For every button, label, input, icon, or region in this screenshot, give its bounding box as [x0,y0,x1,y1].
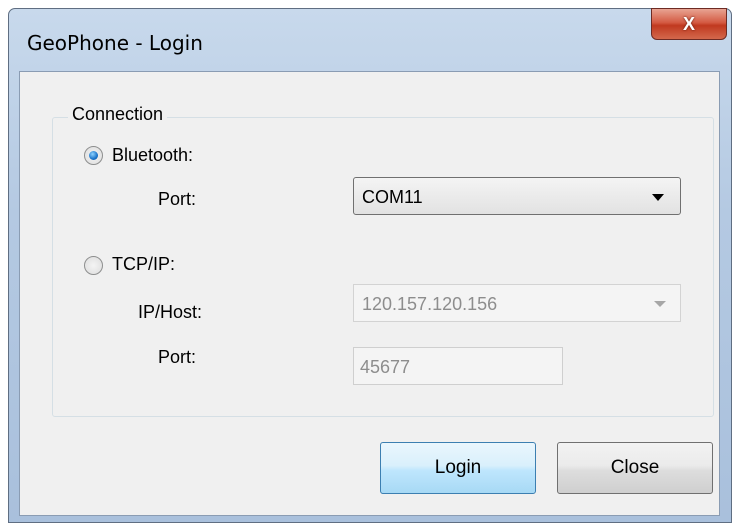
tcpip-port-label: Port: [158,347,197,367]
bluetooth-label[interactable]: Bluetooth: [112,145,193,166]
tcpip-port-field[interactable]: 45677 [353,347,563,385]
bluetooth-port-select[interactable]: COM11 [353,177,681,215]
tcpip-host-label: IP/Host: [138,302,203,322]
tcpip-port-value: 45677 [360,357,411,377]
window-title: GeoPhone - Login [27,31,203,55]
dialog-body: Connection Bluetooth: Port: COM11 TCP/IP… [19,71,720,516]
window-close-button[interactable]: X [651,8,727,40]
bluetooth-radio[interactable] [84,146,103,165]
login-button[interactable]: Login [380,442,536,494]
close-icon: X [682,13,695,34]
close-button[interactable]: Close [557,442,713,494]
login-window: GeoPhone - Login X Connection Bluetooth:… [8,8,732,523]
bluetooth-port-label: Port: [158,189,197,209]
title-bar[interactable]: GeoPhone - Login X [9,8,731,73]
connection-group-label: Connection [68,104,168,125]
tcpip-host-select[interactable]: 120.157.120.156 [353,284,681,322]
tcpip-radio[interactable] [84,256,103,275]
chevron-down-icon [654,301,666,307]
tcpip-label[interactable]: TCP/IP: [112,254,175,275]
tcpip-host-value: 120.157.120.156 [362,294,498,314]
bluetooth-port-value: COM11 [362,187,423,207]
chevron-down-icon [652,194,664,201]
